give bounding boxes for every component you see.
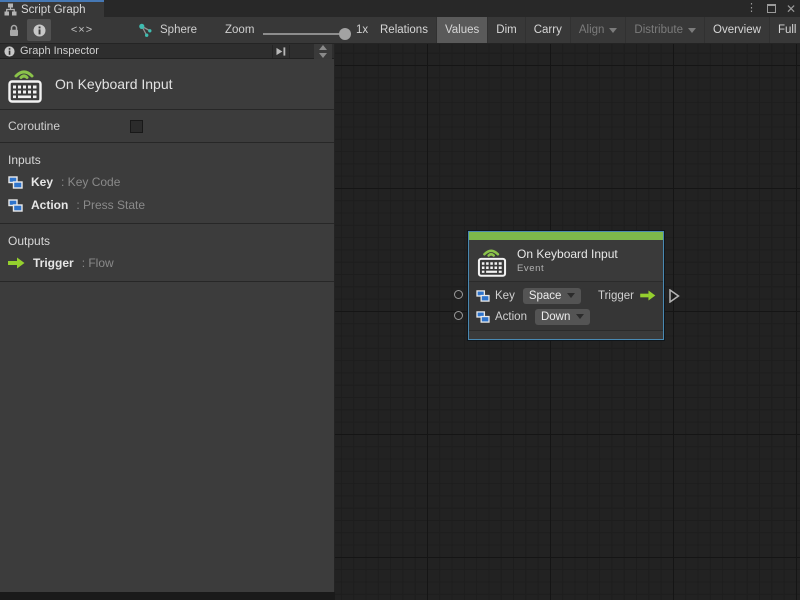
values-button[interactable]: Values — [435, 17, 488, 43]
inputs-section: Inputs Key : Key Code Action : Press Sta… — [0, 143, 334, 224]
lock-button[interactable] — [3, 19, 25, 41]
outputs-header: Outputs — [8, 234, 51, 248]
panel-scroll-spinner[interactable] — [314, 44, 332, 59]
distribute-dropdown-button[interactable]: Distribute — [625, 17, 704, 43]
action-input-port[interactable] — [454, 311, 463, 320]
action-label: Action — [495, 310, 527, 323]
lock-icon — [10, 24, 18, 36]
code-icon: <×> — [70, 24, 94, 36]
chevron-down-icon — [567, 293, 576, 298]
trigger-output-port[interactable] — [669, 289, 680, 303]
graph-inspector-panel: Graph Inspector On Keyboard Input Corout… — [0, 44, 335, 592]
trigger-label: Trigger — [598, 289, 634, 302]
relations-button[interactable]: Relations — [372, 17, 436, 43]
key-label: Key — [495, 289, 515, 302]
value-port-icon — [8, 198, 23, 212]
maximize-icon[interactable] — [766, 4, 776, 13]
info-icon — [4, 45, 15, 57]
on-keyboard-input-node[interactable]: On Keyboard Input Event Key Space Trigge… — [468, 231, 664, 340]
key-dropdown[interactable]: Space — [522, 287, 582, 304]
inspector-toggle-button[interactable] — [27, 19, 51, 41]
coroutine-row: Coroutine — [0, 110, 334, 143]
zoom-value: 1x — [356, 24, 369, 36]
output-row-trigger: Trigger : Flow — [8, 255, 334, 271]
node-footer — [469, 330, 663, 339]
graph-toolbar: <×> Sphere Zoom 1x Relations Values Dim … — [0, 17, 800, 44]
key-input-port[interactable] — [454, 290, 463, 299]
node-body: Key Space Trigger Action Down — [469, 282, 663, 330]
node-subtitle: Event — [517, 263, 545, 274]
node-row-action: Action Down — [469, 306, 663, 327]
overview-button[interactable]: Overview — [704, 17, 769, 43]
graph-canvas[interactable]: On Keyboard Input Event Key Space Trigge… — [335, 44, 800, 600]
dim-button[interactable]: Dim — [487, 17, 524, 43]
unit-title-section: On Keyboard Input — [0, 59, 334, 110]
graph-target-label[interactable]: Sphere — [160, 24, 197, 36]
input-row-key: Key : Key Code — [8, 174, 334, 190]
graph-hierarchy-icon — [4, 3, 17, 16]
value-port-icon — [8, 175, 23, 189]
keyboard-event-icon — [477, 245, 507, 277]
input-row-action: Action : Press State — [8, 197, 334, 213]
action-dropdown[interactable]: Down — [534, 308, 591, 325]
coroutine-label: Coroutine — [8, 119, 61, 133]
node-row-key: Key Space Trigger — [469, 285, 663, 306]
inspector-header: Graph Inspector — [0, 44, 334, 59]
code-preview-button[interactable]: <×> — [62, 19, 102, 41]
title-bar: Script Graph ⋮ ✕ — [0, 0, 800, 17]
flow-arrow-icon — [640, 290, 656, 301]
tab-label: Script Graph — [21, 3, 86, 16]
inspector-title: Graph Inspector — [20, 45, 99, 57]
panel-bottom-strip — [0, 592, 335, 600]
arrow-up-icon — [319, 45, 327, 50]
fullscreen-button[interactable]: Full Screen — [768, 17, 800, 43]
coroutine-checkbox[interactable] — [130, 120, 143, 133]
chevron-down-icon — [688, 27, 696, 33]
value-port-icon — [476, 310, 490, 323]
node-title: On Keyboard Input — [517, 247, 618, 261]
close-icon[interactable]: ✕ — [786, 3, 796, 15]
zoom-label: Zoom — [225, 24, 255, 36]
outputs-section: Outputs Trigger : Flow — [0, 224, 334, 282]
keyboard-event-icon — [8, 65, 42, 103]
dock-right-icon — [276, 47, 286, 56]
flow-arrow-icon — [8, 257, 25, 269]
chevron-down-icon — [576, 314, 585, 319]
value-port-icon — [476, 289, 490, 302]
chevron-down-icon — [609, 27, 618, 33]
node-header[interactable]: On Keyboard Input Event — [469, 240, 663, 282]
zoom-slider-handle[interactable] — [339, 28, 351, 40]
window-menu-icon[interactable]: ⋮ — [746, 3, 757, 14]
node-accent-bar — [469, 232, 663, 240]
tab-script-graph[interactable]: Script Graph — [0, 0, 104, 17]
graph-target-icon — [138, 23, 153, 38]
dock-panel-button[interactable] — [272, 45, 290, 58]
inputs-header: Inputs — [8, 153, 41, 167]
unit-title: On Keyboard Input — [55, 76, 173, 92]
info-icon — [33, 24, 45, 36]
align-dropdown-button[interactable]: Align — [569, 17, 626, 43]
arrow-down-icon — [319, 53, 327, 58]
zoom-slider-track[interactable] — [263, 33, 347, 35]
carry-button[interactable]: Carry — [524, 17, 570, 43]
